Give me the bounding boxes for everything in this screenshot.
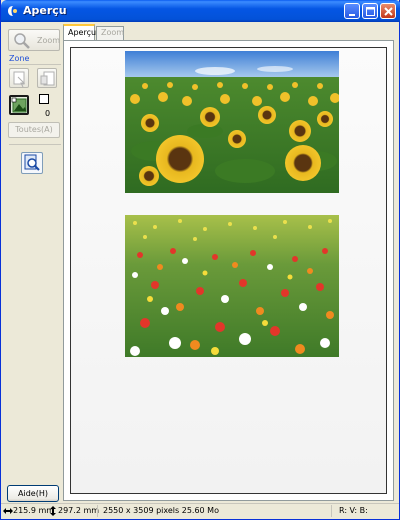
zoom-button-label: Zoom: [37, 36, 61, 45]
zone-divider: [9, 64, 61, 65]
status-rgb: R: V: B:: [339, 506, 368, 515]
height-arrow-icon: [50, 506, 56, 516]
minimize-button[interactable]: [344, 3, 360, 19]
magnify-page-icon: [24, 154, 40, 171]
maximize-button[interactable]: [362, 3, 378, 19]
maximize-icon: [366, 7, 375, 16]
tool-divider: [9, 144, 61, 145]
zoom-button[interactable]: Zoom: [8, 29, 60, 51]
status-bar: 215.9 mm 297.2 mm 2550 x 3509 pixels 25.…: [1, 503, 399, 518]
tab-zoom[interactable]: Zoom: [96, 26, 124, 40]
zone-checkbox[interactable]: [39, 94, 49, 104]
status-width: 215.9 mm: [13, 506, 55, 515]
image-adjust-button[interactable]: [21, 152, 43, 174]
zone-count: 0: [45, 109, 51, 118]
sunflower-photo: [125, 51, 339, 193]
tab-apercu[interactable]: Aperçu: [63, 24, 96, 40]
app-icon: [8, 6, 17, 16]
status-height: 297.2 mm: [58, 506, 100, 515]
zone-frame-button[interactable]: [9, 95, 29, 115]
zoom-icon: [14, 33, 30, 49]
status-divider: [97, 505, 98, 517]
title-bar[interactable]: Aperçu: [1, 0, 400, 22]
left-tool-panel: Zoom Zone 0 Toutes(A): [5, 26, 61, 496]
status-pixels: 2550 x 3509 pixels 25.60 Mo: [103, 506, 219, 515]
preview-frame: [63, 40, 394, 501]
help-button[interactable]: Aide(H): [7, 485, 59, 502]
select-all-button[interactable]: Toutes(A): [8, 122, 60, 138]
auto-zone-icon: [13, 71, 26, 88]
window-title: Aperçu: [23, 4, 67, 17]
select-zone-icon: [40, 71, 55, 86]
close-icon: [384, 7, 393, 16]
zone-label: Zone: [9, 54, 30, 63]
zone-auto-button[interactable]: [9, 68, 29, 88]
zone-select-button[interactable]: [37, 68, 57, 88]
scanned-page: [71, 48, 386, 493]
flower-field-photo: [125, 215, 339, 357]
width-arrow-icon: [3, 508, 13, 514]
status-divider: [331, 505, 332, 517]
close-button[interactable]: [380, 3, 396, 19]
preview-canvas[interactable]: [70, 47, 387, 494]
minimize-icon: [349, 14, 355, 16]
frame-zone-icon: [11, 97, 27, 113]
preview-window: Aperçu Zoom Zone 0 Toutes(A) Aide(H) Ape…: [0, 0, 400, 520]
